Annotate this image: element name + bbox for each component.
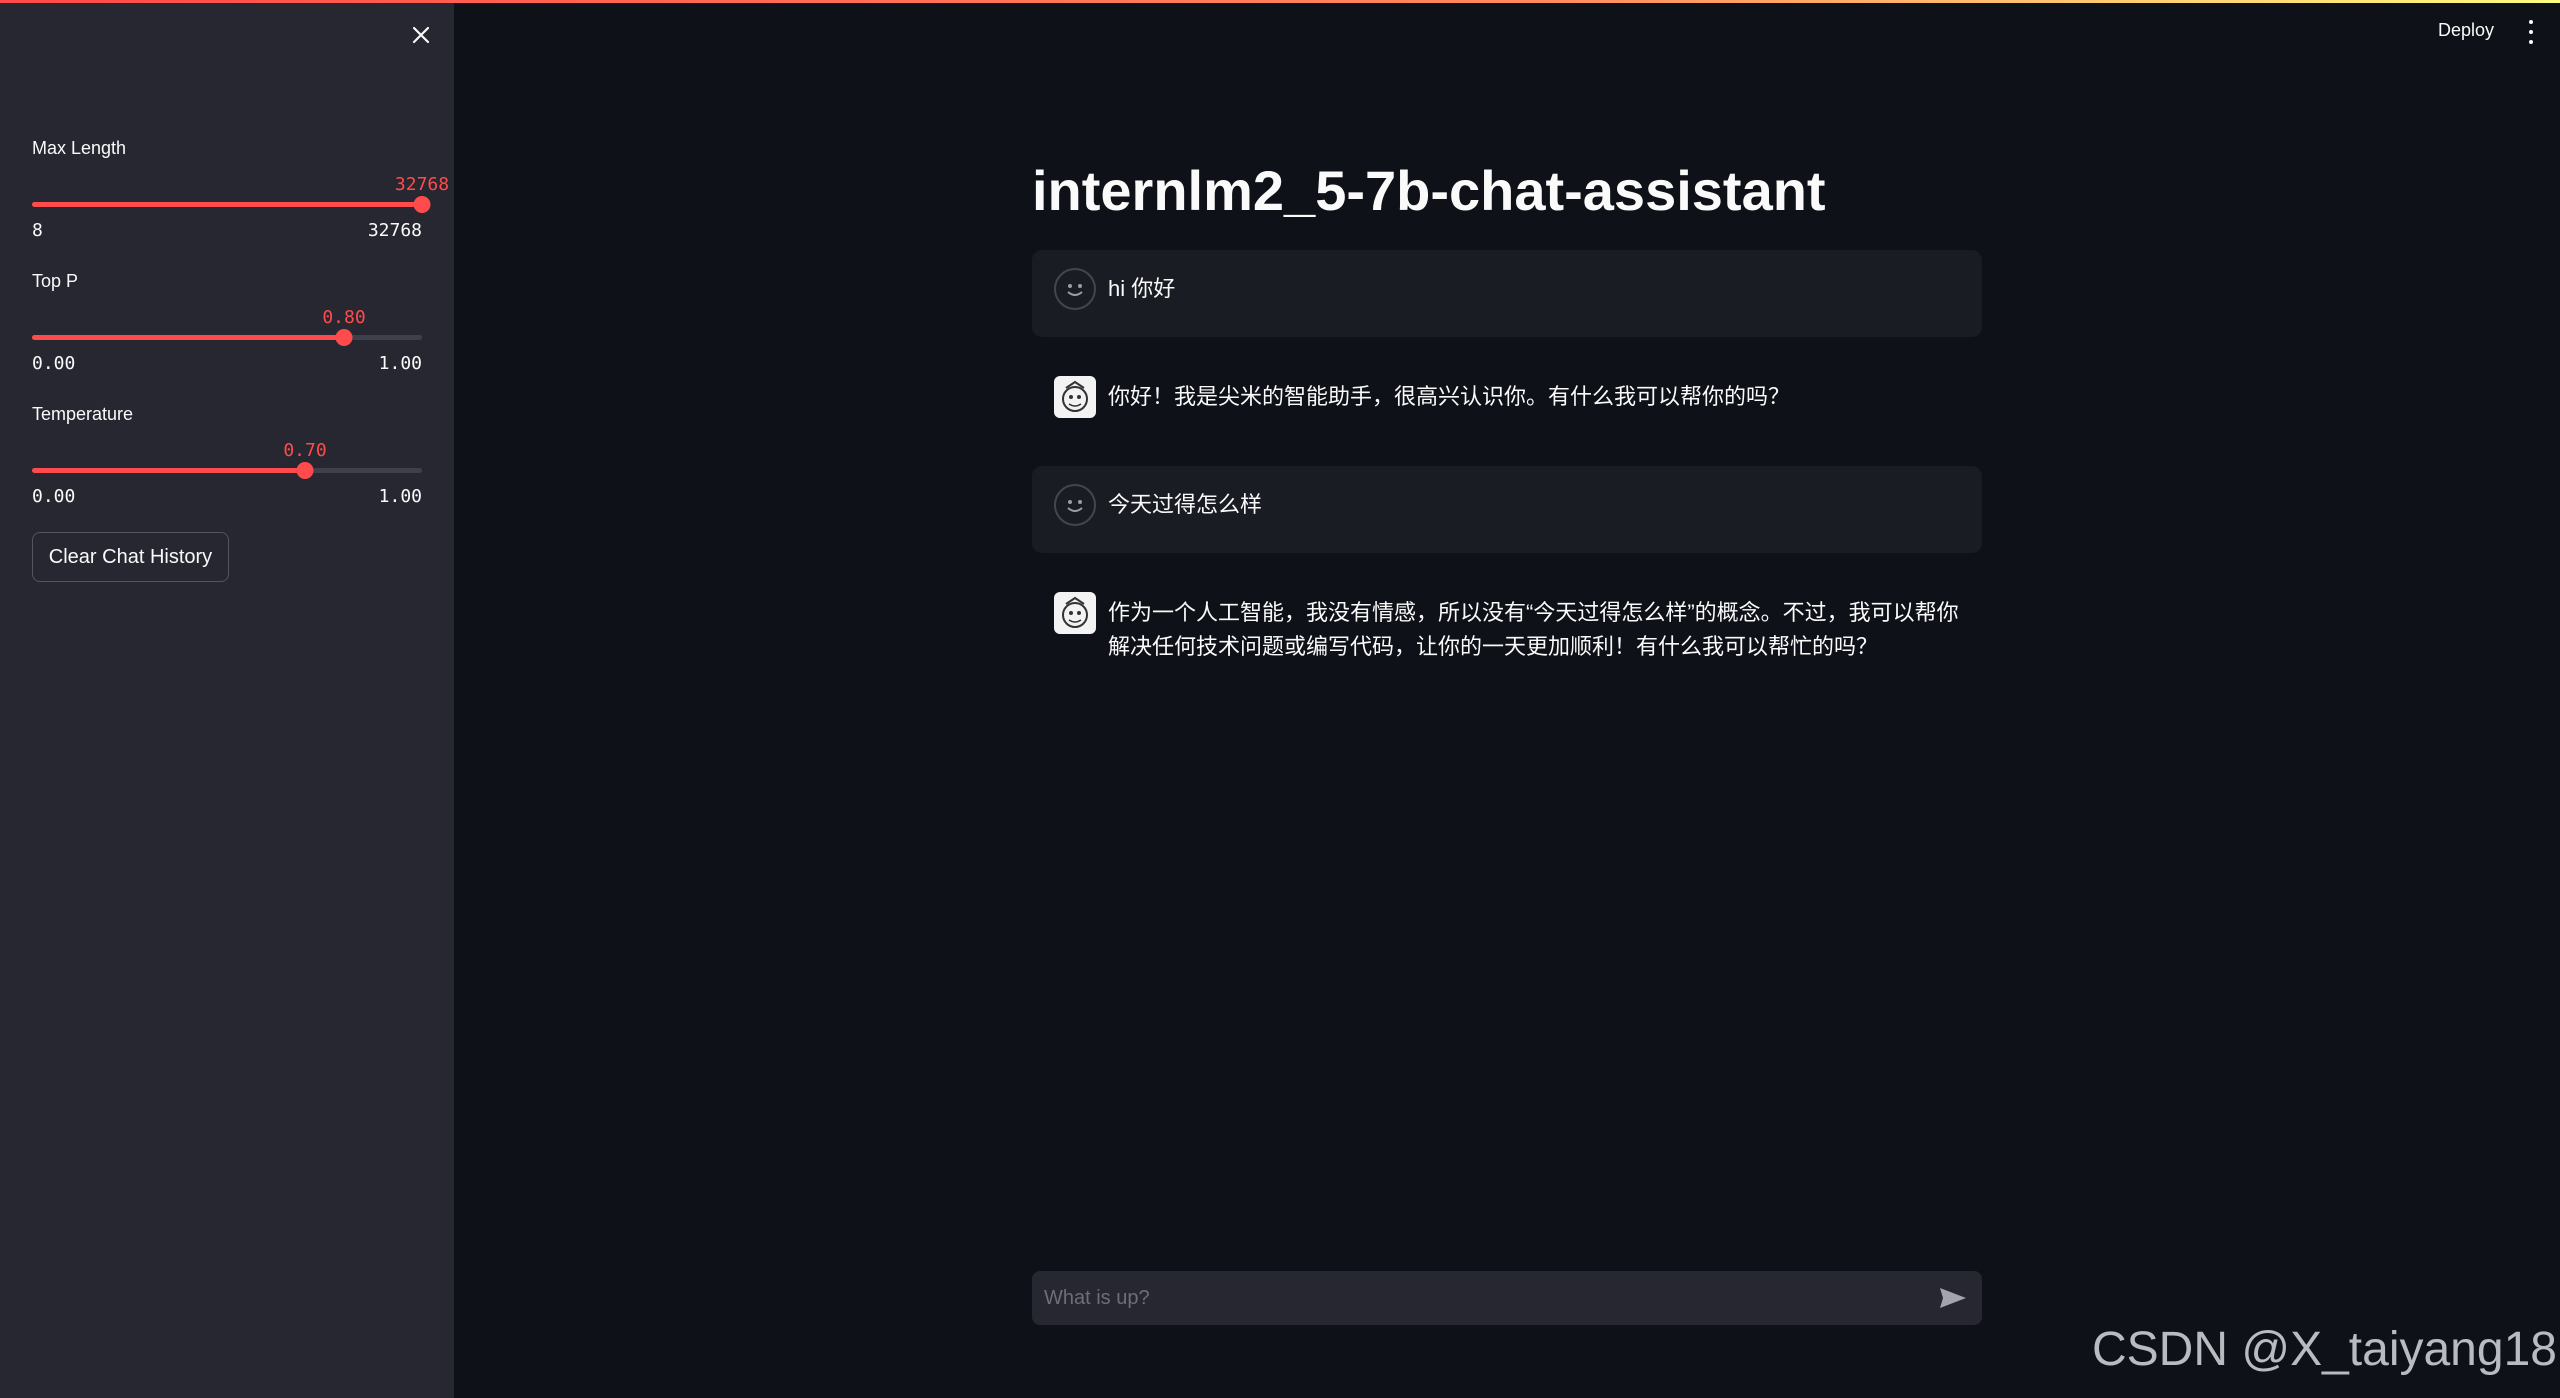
slider-fill xyxy=(32,202,422,207)
top-decoration-bar xyxy=(0,0,2560,3)
slider-value: 0.70 xyxy=(283,440,327,461)
sidebar: Max Length 32768 8 32768 Top P 0.80 0.00… xyxy=(0,0,454,1398)
top-p-slider-group: Top P 0.80 0.00 1.00 xyxy=(32,271,422,374)
temperature-slider-group: Temperature 0.70 0.00 1.00 xyxy=(32,404,422,507)
user-avatar-icon xyxy=(1054,268,1096,310)
slider-label: Max Length xyxy=(32,138,127,158)
slider-max: 32768 xyxy=(367,220,422,241)
message-text: hi 你好 xyxy=(1108,276,1176,301)
chat-message-user: 今天过得怎么样 xyxy=(1032,466,1982,553)
max-length-slider-group: Max Length 32768 8 32768 xyxy=(32,138,449,241)
slider-label: Temperature xyxy=(32,404,134,424)
slider-max: 1.00 xyxy=(378,353,422,374)
max-length-slider[interactable] xyxy=(32,196,431,213)
close-sidebar-button[interactable] xyxy=(406,20,436,50)
robot-avatar-icon xyxy=(1054,376,1096,418)
slider-label: Top P xyxy=(32,271,79,291)
slider-fill xyxy=(32,468,305,473)
chat-message-user: hi 你好 xyxy=(1032,250,1982,337)
watermark-text: CSDN @X_taiyang18 xyxy=(2092,1323,2557,1376)
temperature-slider[interactable] xyxy=(32,462,422,479)
robot-avatar-icon xyxy=(1054,592,1096,634)
chat-message-assistant: 作为一个人工智能，我没有情感，所以没有“今天过得怎么样”的概念。不过，我可以帮你… xyxy=(1032,574,1982,684)
slider-min: 0.00 xyxy=(32,486,76,507)
slider-min: 0.00 xyxy=(32,353,76,374)
message-text: 今天过得怎么样 xyxy=(1108,492,1263,517)
send-icon xyxy=(1940,1288,1966,1308)
slider-fill xyxy=(32,335,344,340)
slider-thumb[interactable] xyxy=(296,462,314,479)
chat-input[interactable] xyxy=(1032,1271,1982,1325)
slider-value: 0.80 xyxy=(322,307,366,328)
close-icon xyxy=(412,26,430,44)
message-text: 你好！我是尖米的智能助手，很高兴认识你。有什么我可以帮你的吗？ xyxy=(1108,384,1791,409)
send-button[interactable] xyxy=(1938,1284,1968,1312)
slider-thumb[interactable] xyxy=(413,196,431,213)
slider-max: 1.00 xyxy=(378,486,422,507)
deploy-button[interactable]: Deploy xyxy=(2438,20,2494,41)
top-p-slider[interactable] xyxy=(32,329,422,346)
user-avatar-icon xyxy=(1054,484,1096,526)
page-title: internlm2_5-7b-chat-assistant xyxy=(1032,159,1826,222)
slider-value: 32768 xyxy=(394,174,450,195)
clear-chat-history-button[interactable]: Clear Chat History xyxy=(32,532,229,582)
chat-message-assistant: 你好！我是尖米的智能助手，很高兴认识你。有什么我可以帮你的吗？ xyxy=(1032,358,1982,445)
slider-thumb[interactable] xyxy=(335,329,353,346)
main-menu-icon[interactable] xyxy=(2526,20,2536,44)
message-text: 作为一个人工智能，我没有情感，所以没有“今天过得怎么样”的概念。不过，我可以帮你… xyxy=(1108,600,1959,659)
slider-min: 8 xyxy=(32,220,43,241)
